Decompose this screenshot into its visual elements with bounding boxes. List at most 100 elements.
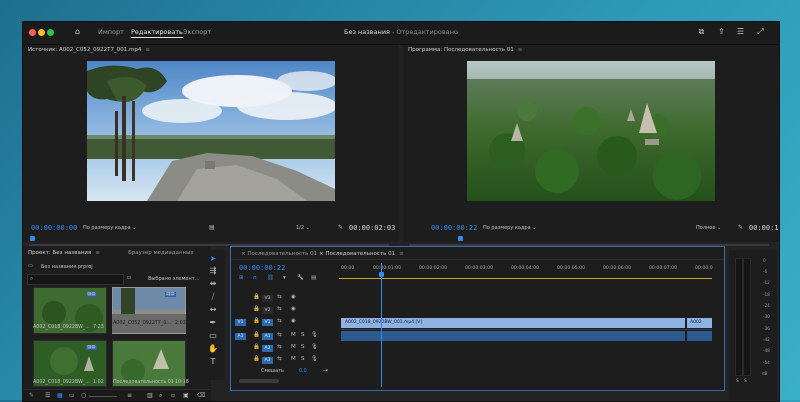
- pencil-icon[interactable]: ✎: [29, 392, 34, 399]
- sync-lock-icon[interactable]: ⇆: [277, 294, 282, 300]
- track-label[interactable]: A3: [262, 357, 273, 364]
- new-item-icon[interactable]: ▣: [183, 392, 189, 399]
- quick-export-icon[interactable]: ⧉: [697, 27, 706, 36]
- lock-icon[interactable]: 🔒: [253, 318, 260, 324]
- track-label[interactable]: A1: [262, 333, 273, 340]
- hand-tool-icon[interactable]: ✋: [208, 344, 218, 354]
- track-label[interactable]: V3: [262, 295, 273, 302]
- track-label[interactable]: V2: [262, 307, 273, 314]
- lock-icon[interactable]: 🔒: [253, 332, 260, 338]
- linked-selection-icon[interactable]: ⛓: [267, 275, 274, 281]
- zoom-out-icon[interactable]: ○: [81, 392, 86, 399]
- timeline-settings-icon[interactable]: 🔧: [297, 275, 304, 281]
- mix-value[interactable]: 0.0: [299, 369, 307, 374]
- eye-icon[interactable]: ◉: [291, 306, 296, 312]
- video-clip[interactable]: A002_C018_0922BW_001.mp4 [V]: [341, 318, 685, 328]
- workspaces-icon[interactable]: ☰: [736, 27, 745, 36]
- lock-icon[interactable]: 🔒: [253, 356, 260, 362]
- mute-icon[interactable]: M: [291, 344, 296, 350]
- search-input[interactable]: ⌕: [27, 274, 124, 285]
- source-fit-dropdown[interactable]: По размеру кадра ⌄: [83, 225, 136, 231]
- selection-tool-icon[interactable]: ➤: [208, 254, 218, 264]
- list-view-icon[interactable]: ☰: [45, 392, 50, 399]
- sync-lock-icon[interactable]: ⇆: [277, 356, 282, 362]
- close-window-button[interactable]: [29, 29, 36, 36]
- new-bin-footer-icon[interactable]: ▫: [171, 392, 175, 399]
- horizontal-zoom-scrollbar[interactable]: [239, 379, 279, 383]
- rectangle-tool-icon[interactable]: ▭: [208, 331, 218, 341]
- trash-icon[interactable]: ⌫: [197, 392, 205, 399]
- razor-tool-icon[interactable]: ⧸: [208, 292, 218, 302]
- source-playhead[interactable]: [30, 236, 35, 241]
- fullscreen-icon[interactable]: ⤢: [756, 27, 765, 36]
- solo-icon[interactable]: S: [301, 356, 305, 362]
- solo-left-button[interactable]: S: [736, 378, 739, 383]
- tab-import[interactable]: Импорт: [98, 28, 124, 36]
- program-wrench-icon[interactable]: ✎: [738, 224, 743, 231]
- sync-lock-icon[interactable]: ⇆: [277, 332, 282, 338]
- track-select-tool-icon[interactable]: ⇶: [208, 266, 218, 276]
- freeform-view-icon[interactable]: ▭: [69, 392, 75, 399]
- source-patch-a1[interactable]: A1: [235, 333, 246, 340]
- home-icon[interactable]: ⌂: [73, 27, 82, 36]
- timeline-timecode[interactable]: 00:00:00:22: [239, 264, 285, 272]
- zoom-slider[interactable]: [89, 396, 117, 397]
- add-marker-timeline-icon[interactable]: ▾: [283, 275, 286, 281]
- program-fit-dropdown[interactable]: По размеру кадра ⌄: [483, 225, 536, 231]
- mute-icon[interactable]: M: [291, 356, 296, 362]
- ripple-edit-tool-icon[interactable]: ⇹: [208, 279, 218, 289]
- tab-project[interactable]: Проект: Без названия ≡: [28, 250, 100, 256]
- captions-icon[interactable]: ▤: [311, 275, 316, 281]
- lock-icon[interactable]: 🔒: [253, 294, 260, 300]
- work-area-bar[interactable]: [339, 278, 712, 279]
- microphone-icon[interactable]: 🎙: [311, 332, 318, 338]
- video-clip[interactable]: A002: [687, 318, 712, 328]
- tab-edit[interactable]: Редактировать: [131, 28, 183, 38]
- source-timecode-current[interactable]: 00:00:00:00: [31, 224, 77, 232]
- tab-sequence-active[interactable]: × Последовательность 01 ≡: [319, 251, 404, 257]
- tab-sequence-inactive[interactable]: × Последовательность 01: [241, 251, 317, 257]
- type-tool-icon[interactable]: T: [208, 357, 218, 367]
- wrench-icon[interactable]: ✎: [338, 224, 343, 231]
- zoom-window-button[interactable]: [47, 29, 54, 36]
- sort-icon[interactable]: ≡: [127, 392, 132, 399]
- track-label[interactable]: V1: [262, 319, 273, 326]
- tab-media-browser[interactable]: Браузер медиаданных: [128, 250, 194, 256]
- sync-lock-icon[interactable]: ⇆: [277, 306, 282, 312]
- solo-icon[interactable]: S: [301, 344, 305, 350]
- program-playhead[interactable]: [458, 236, 463, 241]
- sync-lock-icon[interactable]: ⇆: [277, 344, 282, 350]
- automate-to-sequence-icon[interactable]: ▥: [147, 392, 153, 399]
- eye-icon[interactable]: ◉: [291, 318, 296, 324]
- new-bin-icon[interactable]: ▫: [127, 274, 131, 281]
- sync-lock-icon[interactable]: ⇆: [277, 318, 282, 324]
- pen-tool-icon[interactable]: ✒: [208, 318, 218, 328]
- microphone-icon[interactable]: 🎙: [311, 356, 318, 362]
- find-icon[interactable]: ⌕: [159, 392, 162, 400]
- share-icon[interactable]: ⇪: [717, 27, 726, 36]
- solo-icon[interactable]: S: [301, 332, 305, 338]
- audio-clip[interactable]: [687, 331, 712, 341]
- snap-icon[interactable]: ∩: [253, 275, 257, 281]
- icon-view-icon[interactable]: ▦: [57, 392, 63, 399]
- microphone-icon[interactable]: 🎙: [311, 344, 318, 350]
- document-title: Без названия: [344, 28, 390, 36]
- source-patch-v1[interactable]: V1: [235, 319, 246, 326]
- solo-right-button[interactable]: S: [744, 378, 747, 383]
- mute-icon[interactable]: M: [291, 332, 296, 338]
- timeline-playhead[interactable]: [379, 272, 384, 277]
- tab-export[interactable]: Экспорт: [183, 28, 211, 36]
- minimize-window-button[interactable]: [38, 29, 45, 36]
- source-resolution-dropdown[interactable]: 1/2 ⌄: [296, 225, 310, 231]
- eye-icon[interactable]: ◉: [291, 294, 296, 300]
- lock-icon[interactable]: 🔒: [253, 344, 260, 350]
- lock-icon[interactable]: 🔒: [253, 306, 260, 312]
- track-label[interactable]: A2: [262, 345, 273, 352]
- time-ruler[interactable]: 00:00 00:00:01:00 00:00:02:00 00:00:03:0…: [339, 263, 713, 277]
- slip-tool-icon[interactable]: ↔: [208, 305, 218, 315]
- nest-icon[interactable]: ⊞: [239, 275, 244, 281]
- audio-clip[interactable]: [341, 331, 685, 341]
- program-timecode-current[interactable]: 00:00:00:22: [431, 224, 477, 232]
- source-settings-icon[interactable]: ▤: [209, 224, 215, 231]
- program-resolution-dropdown[interactable]: Полное ⌄: [696, 225, 721, 231]
